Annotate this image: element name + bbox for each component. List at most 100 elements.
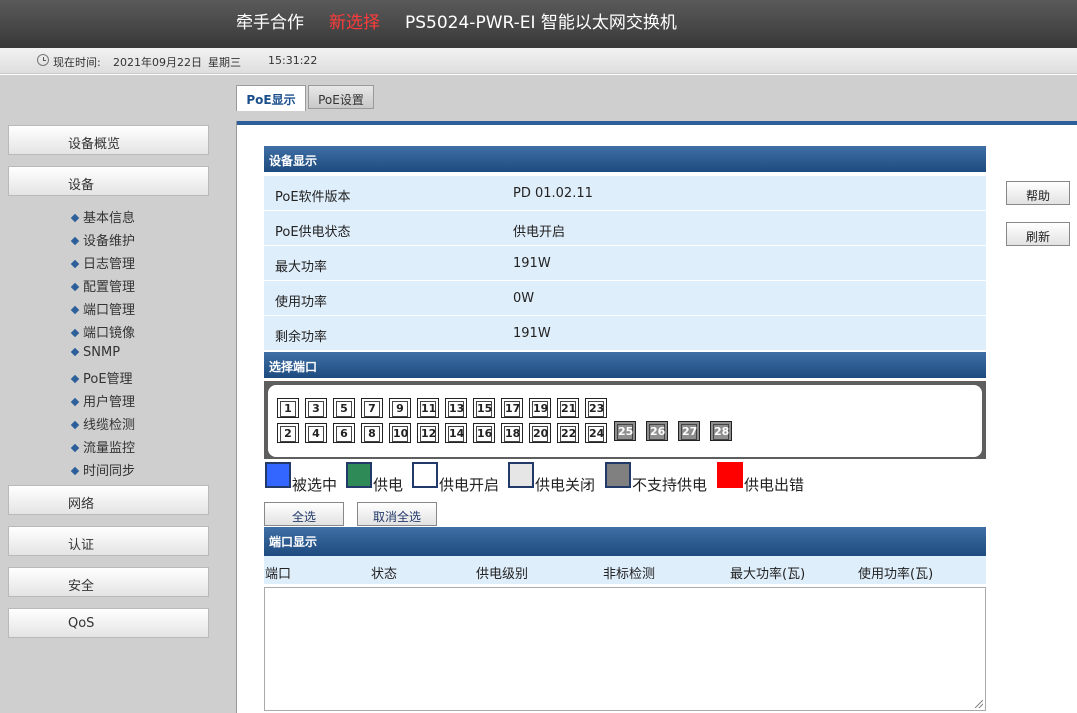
port-23[interactable]: 23 xyxy=(585,398,607,418)
sub-item-log[interactable]: 日志管理 xyxy=(70,253,136,272)
header-model-title: PS5024-PWR-EI 智能以太网交换机 xyxy=(405,13,677,33)
port-9[interactable]: 9 xyxy=(389,398,411,418)
port-14[interactable]: 14 xyxy=(445,423,467,443)
port-label: 13 xyxy=(448,401,465,417)
col-nonstandard: 非标检测 xyxy=(603,567,656,582)
sub-item-cable[interactable]: 线缆检测 xyxy=(70,414,135,433)
legend-swatch-powered xyxy=(346,462,372,488)
sub-item-snmp[interactable]: SNMP xyxy=(70,345,120,360)
menu-qos[interactable]: QoS xyxy=(8,608,209,638)
refresh-button[interactable]: 刷新 xyxy=(1006,222,1070,246)
port-17[interactable]: 17 xyxy=(501,398,523,418)
legend-swatch-unsupported xyxy=(605,462,631,488)
port-12[interactable]: 12 xyxy=(417,423,439,443)
port-18[interactable]: 18 xyxy=(501,423,523,443)
port-27: 27 xyxy=(678,421,700,441)
port-2[interactable]: 2 xyxy=(277,423,299,443)
select-all-button[interactable]: 全选 xyxy=(264,502,344,526)
port-28: 28 xyxy=(710,421,732,441)
port-25: 25 xyxy=(614,421,636,441)
help-button[interactable]: 帮助 xyxy=(1006,181,1070,205)
port-label: 17 xyxy=(504,401,521,417)
port-label: 28 xyxy=(713,424,730,440)
sub-item-device-maint[interactable]: 设备维护 xyxy=(70,230,136,249)
header-brand: 牵手合作 xyxy=(236,13,304,33)
port-11[interactable]: 11 xyxy=(417,398,439,418)
port-4[interactable]: 4 xyxy=(305,423,327,443)
port-label: 16 xyxy=(476,426,493,442)
sub-item-label: 端口镜像 xyxy=(83,326,136,341)
menu-device-overview[interactable]: 设备概览 xyxy=(8,125,209,155)
tab-poe-settings[interactable]: PoE设置 xyxy=(308,85,374,109)
resize-grip-icon[interactable] xyxy=(975,700,983,708)
port-16[interactable]: 16 xyxy=(473,423,495,443)
sub-item-label: 用户管理 xyxy=(83,395,136,410)
sub-item-label: PoE管理 xyxy=(83,372,133,387)
legend-swatch-power-on xyxy=(412,462,438,488)
sub-item-config[interactable]: 配置管理 xyxy=(70,276,135,295)
bullet-icon xyxy=(70,420,80,430)
port-10[interactable]: 10 xyxy=(389,423,411,443)
port-3[interactable]: 3 xyxy=(305,398,327,418)
port-8[interactable]: 8 xyxy=(361,423,383,443)
port-13[interactable]: 13 xyxy=(445,398,467,418)
port-label: 20 xyxy=(532,426,549,442)
bullet-icon xyxy=(70,466,80,476)
deselect-all-button[interactable]: 取消全选 xyxy=(357,502,437,526)
sub-item-label: 时间同步 xyxy=(83,464,136,479)
port-1[interactable]: 1 xyxy=(277,398,299,418)
sub-item-basic-info[interactable]: 基本信息 xyxy=(70,207,136,226)
legend-label-unsupported: 不支持供电 xyxy=(632,476,708,494)
app-header: 牵手合作 新选择 PS5024-PWR-EI 智能以太网交换机 xyxy=(0,0,1077,48)
info-key: PoE供电状态 xyxy=(275,225,351,240)
legend-label-selected: 被选中 xyxy=(292,476,338,494)
legend-swatch-selected xyxy=(265,462,291,488)
bullet-icon xyxy=(70,282,80,292)
port-label: 25 xyxy=(617,424,634,440)
sub-item-port[interactable]: 端口管理 xyxy=(70,299,135,318)
port-20[interactable]: 20 xyxy=(529,423,551,443)
sub-item-label: 流量监控 xyxy=(83,441,136,456)
sub-item-label: 设备维护 xyxy=(83,234,136,249)
port-label: 6 xyxy=(336,426,352,442)
bullet-icon xyxy=(70,397,80,407)
port-label: 2 xyxy=(280,426,296,442)
sub-item-label: 日志管理 xyxy=(83,257,136,272)
port-label: 8 xyxy=(364,426,380,442)
sub-item-timesync[interactable]: 时间同步 xyxy=(70,460,136,479)
port-6[interactable]: 6 xyxy=(333,423,355,443)
bullet-icon xyxy=(70,259,80,269)
legend-swatch-power-off xyxy=(508,462,534,488)
port-21[interactable]: 21 xyxy=(557,398,579,418)
info-value: 供电开启 xyxy=(513,225,566,240)
port-label: 14 xyxy=(448,426,465,442)
content-border xyxy=(236,121,237,713)
port-label: 5 xyxy=(336,401,352,417)
legend-label-power-off: 供电关闭 xyxy=(535,476,596,494)
tab-poe-display[interactable]: PoE显示 xyxy=(236,85,306,111)
sub-item-traffic[interactable]: 流量监控 xyxy=(70,437,136,456)
port-label: 3 xyxy=(308,401,324,417)
time-clock: 15:31:22 xyxy=(268,54,318,67)
sub-item-poe[interactable]: PoE管理 xyxy=(70,368,133,387)
port-label: 18 xyxy=(504,426,521,442)
device-section-title: 设备显示 xyxy=(264,146,986,172)
port-label: 21 xyxy=(560,401,577,417)
port-22[interactable]: 22 xyxy=(557,423,579,443)
port-19[interactable]: 19 xyxy=(529,398,551,418)
sub-item-mirror[interactable]: 端口镜像 xyxy=(70,322,136,341)
port-15[interactable]: 15 xyxy=(473,398,495,418)
info-row: 最大功率 191W xyxy=(264,246,986,281)
port-26: 26 xyxy=(646,421,668,441)
menu-auth[interactable]: 认证 xyxy=(8,526,209,556)
port-display-textarea[interactable] xyxy=(264,587,986,711)
port-7[interactable]: 7 xyxy=(361,398,383,418)
sub-item-user[interactable]: 用户管理 xyxy=(70,391,136,410)
port-5[interactable]: 5 xyxy=(333,398,355,418)
port-24[interactable]: 24 xyxy=(585,423,607,443)
sub-item-label: 基本信息 xyxy=(83,211,136,226)
menu-device[interactable]: 设备 xyxy=(8,166,209,196)
menu-security[interactable]: 安全 xyxy=(8,567,209,597)
bullet-icon xyxy=(70,374,80,384)
menu-network[interactable]: 网络 xyxy=(8,485,209,515)
